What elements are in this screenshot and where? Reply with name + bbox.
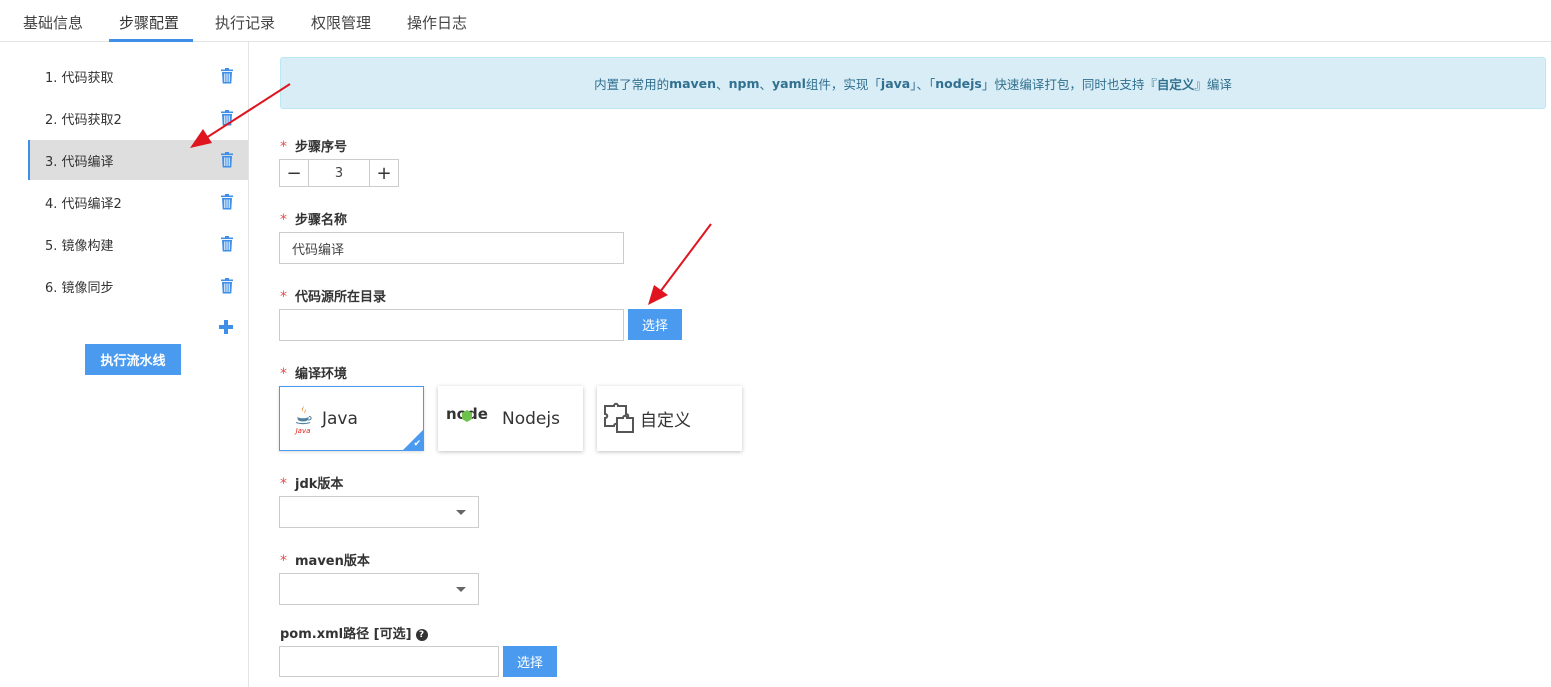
step-label: 1. 代码获取 (45, 70, 114, 86)
notice-text: 内置了常用的 (594, 76, 670, 92)
env-option-java[interactable]: Java Java ✔ (279, 386, 424, 451)
step-item[interactable]: 5. 镜像构建 (28, 224, 248, 264)
jdk-select[interactable] (279, 496, 479, 528)
trash-icon[interactable] (220, 68, 234, 84)
trash-icon[interactable] (220, 110, 234, 126)
env-name: Java (322, 408, 358, 429)
env-name: Nodejs (502, 408, 560, 429)
notice-bold: java (880, 75, 911, 91)
check-icon: ✔ (413, 439, 421, 449)
maven-label: * maven版本 (280, 550, 370, 569)
annotation-arrow-line (659, 223, 712, 293)
nodejs-logo-icon: node (446, 405, 488, 423)
step-item[interactable]: 2. 代码获取2 (28, 98, 248, 138)
required-mark: * (280, 289, 287, 305)
step-name-label-text: 步骤名称 (295, 213, 348, 228)
trash-icon[interactable] (220, 278, 234, 294)
step-name-label: * 步骤名称 (280, 209, 347, 228)
jdk-label: * jdk版本 (280, 473, 343, 492)
step-item[interactable]: 4. 代码编译2 (28, 182, 248, 222)
notice-bold: maven (669, 75, 717, 91)
source-dir-select-button[interactable]: 选择 (628, 309, 682, 340)
required-mark: * (280, 139, 287, 155)
info-notice: 内置了常用的 maven、 npm、 yaml 组件，实现「 java 」、「 nodejs」… (280, 57, 1546, 109)
required-mark: * (280, 212, 287, 228)
pom-select-button[interactable]: 选择 (503, 646, 557, 677)
caret-down-icon (456, 510, 466, 515)
step-label: 4. 代码编译2 (45, 196, 122, 212)
steps-sidebar: 1. 代码获取 2. 代码获取2 3. 代码编译 4. 代码编译2 5. 镜像构… (0, 42, 249, 687)
add-step-plus-icon[interactable] (217, 318, 235, 336)
step-item[interactable]: 1. 代码获取 (28, 56, 248, 96)
tab-step-config[interactable]: 步骤配置 (119, 12, 179, 33)
trash-icon[interactable] (220, 194, 234, 210)
required-mark: * (280, 476, 287, 492)
run-pipeline-button[interactable]: 执行流水线 (85, 344, 181, 375)
notice-text: 、 (759, 76, 772, 92)
tab-operation-log[interactable]: 操作日志 (407, 12, 467, 33)
jdk-label-text: jdk版本 (295, 477, 344, 492)
step-no-label: * 步骤序号 (280, 136, 347, 155)
pom-path-input[interactable] (279, 646, 499, 677)
source-dir-label: * 代码源所在目录 (280, 286, 386, 305)
step-no-stepper: − 3 + (279, 159, 399, 187)
notice-bold: npm (728, 75, 760, 91)
tab-exec-records[interactable]: 执行记录 (215, 12, 275, 33)
step-label: 6. 镜像同步 (45, 280, 114, 296)
env-label: * 编译环境 (280, 363, 347, 382)
decrement-button[interactable]: − (280, 160, 308, 186)
top-tabs: 基础信息 步骤配置 执行记录 权限管理 操作日志 (0, 0, 1551, 42)
step-item[interactable]: 6. 镜像同步 (28, 266, 248, 306)
step-name-input[interactable] (279, 232, 624, 264)
required-mark: * (280, 366, 287, 382)
source-dir-input[interactable] (279, 309, 624, 341)
step-label: 2. 代码获取2 (45, 112, 122, 128)
notice-text: 』编译 (1194, 76, 1232, 92)
java-logo-text: Java (294, 427, 311, 435)
notice-text: 」、「 (910, 76, 936, 92)
maven-select[interactable] (279, 573, 479, 605)
notice-bold: nodejs (935, 75, 982, 91)
increment-button[interactable]: + (370, 160, 398, 186)
env-option-custom[interactable]: 自定义 (597, 386, 742, 451)
step-no-label-text: 步骤序号 (295, 140, 348, 155)
pom-label: pom.xml路径 [可选]? (280, 623, 428, 642)
caret-down-icon (456, 587, 466, 592)
step-no-value[interactable]: 3 (308, 160, 370, 186)
step-label: 3. 代码编译 (45, 154, 114, 170)
step-item-active[interactable]: 3. 代码编译 (28, 140, 248, 180)
puzzle-icon (604, 402, 634, 433)
tab-permissions[interactable]: 权限管理 (311, 12, 371, 33)
env-label-text: 编译环境 (295, 367, 348, 382)
required-mark: * (280, 553, 287, 569)
env-name: 自定义 (640, 411, 691, 431)
notice-text: 」快速编译打包，同时也支持『 (981, 76, 1157, 92)
notice-text: 组件，实现「 (805, 76, 881, 92)
notice-bold: yaml (771, 75, 806, 91)
notice-text: 、 (716, 76, 729, 92)
maven-label-text: maven版本 (295, 554, 370, 569)
env-option-nodejs[interactable]: node Nodejs (438, 386, 583, 451)
java-logo-icon: Java (294, 404, 312, 435)
trash-icon[interactable] (220, 152, 234, 168)
step-label: 5. 镜像构建 (45, 238, 114, 254)
question-circle-icon[interactable]: ? (415, 629, 428, 641)
source-dir-label-text: 代码源所在目录 (295, 290, 387, 305)
trash-icon[interactable] (220, 236, 234, 252)
annotation-arrow-head (648, 285, 668, 305)
tab-basic-info[interactable]: 基础信息 (23, 12, 83, 33)
notice-bold: 自定义 (1156, 76, 1195, 92)
pom-label-text: pom.xml路径 [可选] (280, 627, 412, 642)
